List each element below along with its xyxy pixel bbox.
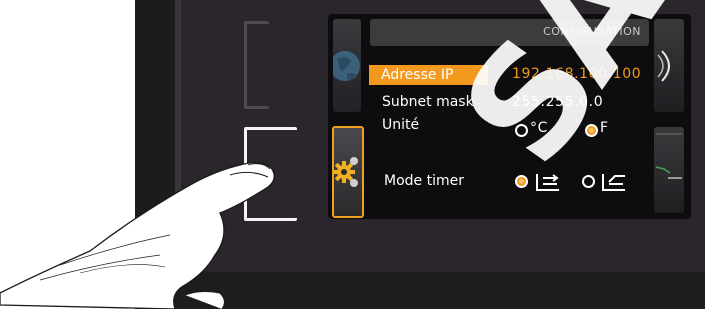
unit-celsius-label: °C [530,120,548,136]
globe-icon [330,51,360,81]
unit-fahrenheit-radio[interactable] [585,124,598,137]
wave-icon [655,133,682,179]
timer-mode-label: Mode timer [384,173,464,189]
timer-mode-1-radio[interactable] [515,175,528,188]
timer-mode-1-icon [536,174,559,191]
moon-icon [657,50,670,82]
settings-side-button[interactable] [332,126,364,218]
timer-mode-2-icon [602,174,625,191]
subnet-mask-label: Subnet mask [382,94,474,110]
display-side-button[interactable] [654,19,684,112]
network-side-button[interactable] [330,19,361,112]
unit-label: Unité [382,117,420,133]
gear-icon [333,157,358,187]
pointing-hand-illustration [0,162,275,309]
screen-header: CONFIGURATION [370,19,649,46]
screen-title: CONFIGURATION [543,25,641,38]
subnet-mask-value[interactable]: 255.255.0.0 [512,94,603,110]
ip-address-label[interactable]: Adresse IP [369,65,488,85]
timer-side-button[interactable] [654,127,684,213]
unit-fahrenheit-label: F [600,120,609,136]
timer-mode-2-radio[interactable] [582,175,595,188]
unit-celsius-radio[interactable] [515,124,528,137]
ip-address-value[interactable]: 192.168.100.100 [512,66,641,82]
touch-key-upper[interactable] [244,21,269,109]
